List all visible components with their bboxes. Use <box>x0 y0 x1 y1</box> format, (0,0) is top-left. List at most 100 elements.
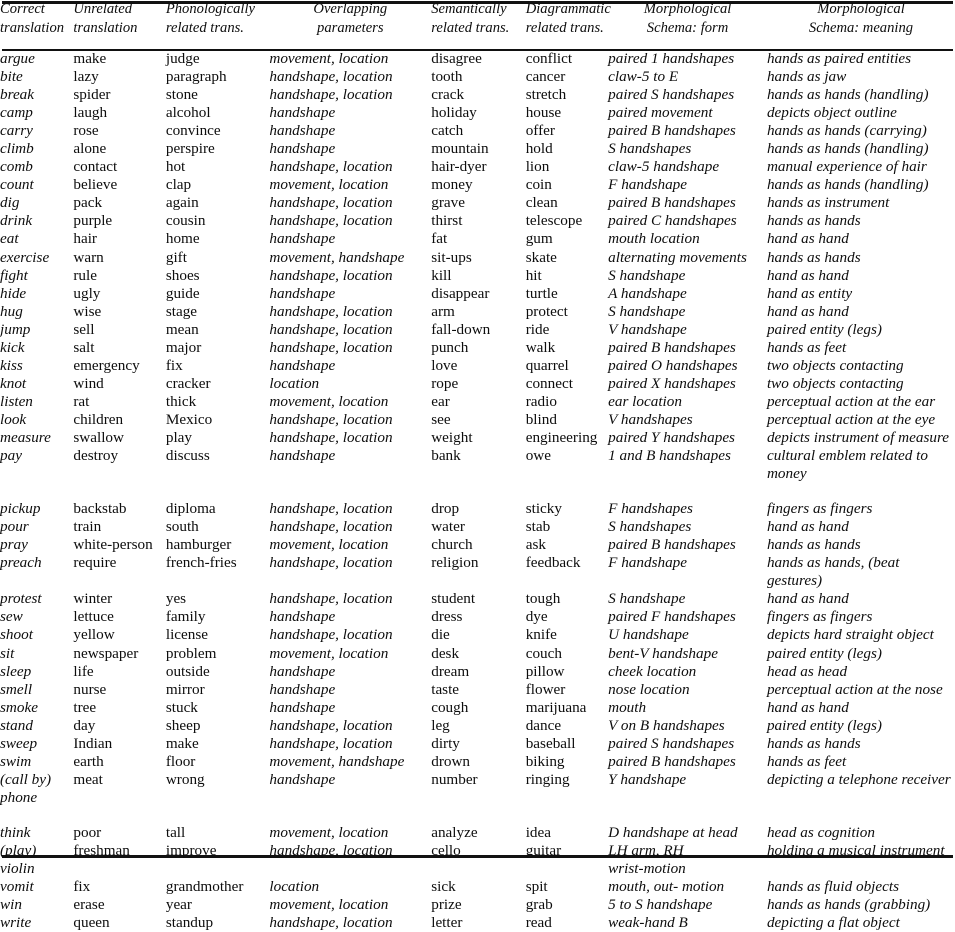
cell-phono: stuck <box>165 698 198 716</box>
cell-semantic: tooth <box>431 68 463 86</box>
cell-phono: guide <box>165 284 200 302</box>
cell-form: paired O handshapes <box>608 356 738 374</box>
cell-diagram: quarrel <box>525 356 569 374</box>
cell-correct: preach <box>0 554 42 572</box>
cell-overlap: handshape, location <box>269 194 393 212</box>
cell-meaning: fingers as fingers <box>766 500 873 518</box>
cell-correct: sew <box>0 608 23 626</box>
cell-phono: wrong <box>165 770 205 788</box>
cell-unrelated: warn <box>73 248 104 266</box>
cell-phono: outside <box>165 662 210 680</box>
cell-overlap: handshape <box>269 230 336 248</box>
cell-form: S handshapes <box>608 518 692 536</box>
cell-form: V on B handshapes <box>608 716 725 734</box>
cell-meaning: two objects contacting <box>766 356 904 374</box>
cell-phono: make <box>165 734 199 752</box>
cell-meaning: hands as feet <box>766 752 847 770</box>
cell-overlap: handshape, location <box>269 212 393 230</box>
cell-form: paired Y handshapes <box>608 428 735 446</box>
cell-semantic: arm <box>431 302 455 320</box>
spacer-cell <box>73 483 165 500</box>
table-row: look children Mexico handshape, location see… <box>0 411 955 429</box>
cell-overlap: handshape <box>269 698 336 716</box>
cell-unrelated: newspaper <box>73 644 139 662</box>
spacer-cell <box>526 483 608 500</box>
cell-correct: stand <box>0 716 33 734</box>
cell-diagram: guitar <box>525 841 562 859</box>
cell-overlap: handshape <box>269 140 336 158</box>
cell-correct: carry <box>0 122 33 140</box>
table-group-spacer <box>0 483 955 500</box>
table-row: argue make judge movement, location disagree… <box>0 37 955 68</box>
cell-phono: grandmother <box>165 878 244 896</box>
cell-semantic: water <box>431 518 465 536</box>
cell-form: Y handshape <box>608 770 687 788</box>
cell-overlap: handshape, location <box>269 158 393 176</box>
cell-overlap: movement, location <box>269 176 389 194</box>
cell-meaning: hands as jaw <box>766 68 847 86</box>
table-row: climb alone perspire handshape mountain hold S… <box>0 140 955 158</box>
cell-phono: hamburger <box>165 536 232 554</box>
cell-unrelated: alone <box>73 140 107 158</box>
cell-semantic: sit-ups <box>431 248 472 266</box>
cell-form: paired B handshapes <box>608 338 736 356</box>
cell-meaning: perceptual action at the ear <box>766 392 936 410</box>
table-row: write queen standup handshape, location lett… <box>0 914 955 932</box>
cell-correct: kiss <box>0 356 23 374</box>
cell-meaning: hand as hand <box>766 698 849 716</box>
cell-meaning: hands as feet <box>766 338 847 356</box>
cell-phono: improve <box>165 841 217 859</box>
cell-semantic: catch <box>431 122 464 140</box>
cell-overlap: location <box>269 374 320 392</box>
cell-phono: problem <box>165 644 217 662</box>
cell-phono: judge <box>165 50 200 67</box>
cell-overlap: handshape <box>269 680 336 698</box>
cell-correct: sit <box>0 644 15 662</box>
cell-overlap: handshape, location <box>269 86 393 104</box>
cell-correct: camp <box>0 104 33 122</box>
cell-semantic: money <box>431 176 473 194</box>
cell-form: claw-5 to E <box>608 68 679 86</box>
cell-semantic: disagree <box>431 50 482 67</box>
cell-overlap: handshape, location <box>269 500 393 518</box>
cell-correct: dig <box>0 194 20 212</box>
cell-unrelated: make <box>73 50 107 67</box>
cell-meaning: hand as hand <box>766 230 849 248</box>
cell-correct: smoke <box>0 698 38 716</box>
cell-overlap: handshape, location <box>269 266 393 284</box>
cell-phono: license <box>165 626 209 644</box>
cell-unrelated: lazy <box>73 68 99 86</box>
table-row: pickup backstab diploma handshape, location… <box>0 500 955 518</box>
column-header-correct: Correct translation <box>0 1 65 36</box>
cell-meaning: paired entity (legs) <box>766 716 882 734</box>
cell-form: mouth, out- motion <box>608 878 725 896</box>
cell-meaning: hands as hands (handling) <box>766 86 929 104</box>
cell-diagram: cancer <box>525 68 566 86</box>
cell-unrelated: destroy <box>73 447 119 465</box>
cell-form: ear location <box>608 392 682 410</box>
cell-diagram: tough <box>525 590 561 608</box>
table-row: stand day sheep handshape, location leg dance… <box>0 717 955 735</box>
cell-phono: paragraph <box>165 68 227 86</box>
cell-meaning: perceptual action at the nose <box>766 680 943 698</box>
cell-diagram: stretch <box>525 86 567 104</box>
cell-correct: pour <box>0 518 29 536</box>
table-group-spacer <box>0 807 955 824</box>
cell-unrelated: rat <box>73 392 90 410</box>
cell-diagram: blind <box>525 410 557 428</box>
cell-phono: cousin <box>165 212 206 230</box>
cell-correct: (call by) phone <box>0 770 52 806</box>
cell-diagram: gum <box>525 230 553 248</box>
cell-diagram: grab <box>525 896 553 914</box>
cell-correct: shoot <box>0 626 33 644</box>
cell-overlap: handshape, location <box>269 590 393 608</box>
spacer-cell <box>431 483 525 500</box>
cell-diagram: baseball <box>525 734 576 752</box>
column-header-overlap: Overlapping parameters <box>313 1 388 36</box>
cell-form: A handshape <box>608 284 687 302</box>
table-row: kick salt major handshape, location punch wal… <box>0 339 955 357</box>
cell-semantic: student <box>431 590 476 608</box>
cell-phono: stage <box>165 302 198 320</box>
cell-meaning: head as cognition <box>766 823 875 841</box>
cell-unrelated: rule <box>73 266 97 284</box>
